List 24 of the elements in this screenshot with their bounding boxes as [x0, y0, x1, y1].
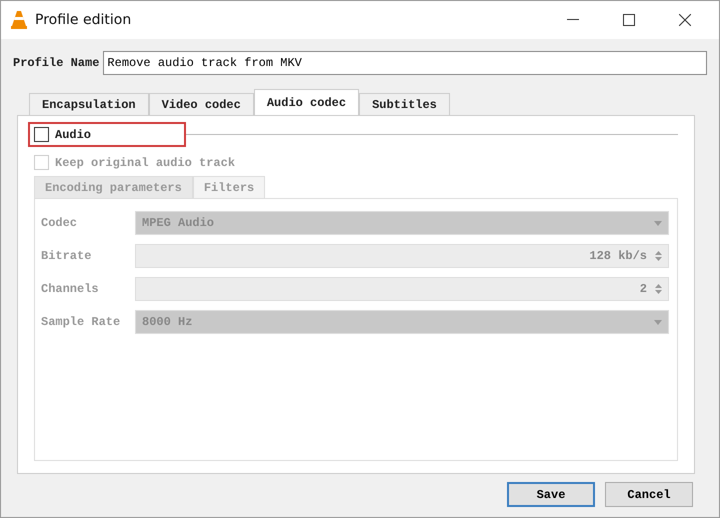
dropdown-caret-icon [654, 220, 662, 226]
dialog-button[interactable]: Save [507, 482, 595, 507]
field-label: Codec [41, 216, 78, 230]
dialog-button[interactable]: Cancel [605, 482, 693, 507]
profile-name-field[interactable]: Remove audio track from MKV [103, 51, 707, 75]
traffic-cone-icon [11, 11, 27, 29]
tab[interactable]: Audio codec [254, 89, 360, 115]
spinner-arrows-icon[interactable] [655, 250, 662, 262]
audio-checkbox[interactable] [34, 127, 49, 142]
keep-original-label: Keep original audio track [55, 156, 236, 170]
tab[interactable]: Encapsulation [29, 93, 149, 115]
close-icon [679, 14, 691, 26]
field-label: Channels [41, 282, 100, 296]
spinner-arrows-icon[interactable] [655, 283, 662, 295]
dropdown-caret-icon [654, 320, 662, 324]
field-label: Bitrate [41, 249, 92, 263]
profile-name-label: Profile Name [13, 56, 100, 70]
tab[interactable]: Video codec [148, 93, 254, 115]
audio-label: Audio [55, 128, 92, 142]
window-title: Profile edition [35, 12, 132, 28]
tab[interactable]: Subtitles [359, 93, 450, 115]
field-label: Sample Rate [41, 315, 122, 329]
maximize-icon [623, 14, 635, 26]
minimize-icon [567, 19, 579, 21]
